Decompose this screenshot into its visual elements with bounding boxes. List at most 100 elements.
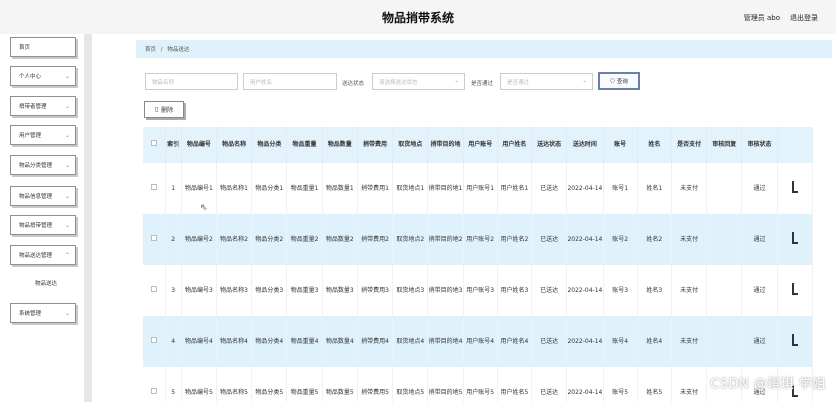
audit-select[interactable]: 是否通过 ⌄ xyxy=(500,73,593,90)
table-cell-dest: 捎带目的地1 xyxy=(427,163,464,214)
sidebar-item-carrier[interactable]: 捎带者管理 ⌄ xyxy=(10,96,76,116)
sidebar-item-label: 捎带者管理 xyxy=(19,104,47,110)
current-user[interactable]: 管理员 abo xyxy=(744,13,780,23)
sidebar-scrollbar[interactable] xyxy=(84,34,92,402)
sidebar-item-goods[interactable]: 物品信息管理 ⌄ xyxy=(10,186,76,206)
table-cell-name: 物品名称1 xyxy=(216,163,253,214)
table-cell-time: 2022-04-14 xyxy=(566,316,604,367)
sidebar-item-label: 物品分类管理 xyxy=(19,163,53,169)
table-cell-audit: 通过 xyxy=(741,163,778,214)
table-cell-code: 物品编号2 xyxy=(181,214,217,265)
table-cell-qty: 物品数量3 xyxy=(322,265,358,316)
table-row[interactable]: 4 物品编号4 物品名称4 物品分类4 物品重量4 物品数量4 捎带费用4 取货地点4 捎带目的… xyxy=(143,316,813,367)
sidebar-item-home[interactable]: 首页 xyxy=(10,37,76,57)
row-checkbox[interactable] xyxy=(150,183,157,190)
table-header: 物品数量 xyxy=(322,127,358,163)
logout-link[interactable]: 退出登录 xyxy=(790,13,818,23)
row-select-cell[interactable] xyxy=(143,163,166,214)
table-header: 用户姓名 xyxy=(497,127,533,163)
sidebar-item-label: 首页 xyxy=(19,45,31,51)
chevron-down-icon: ⌄ xyxy=(64,192,70,200)
table-cell-paid: 未支付 xyxy=(671,163,708,214)
sidebar-item-system[interactable]: 系统管理 ⌄ xyxy=(10,303,76,323)
row-checkbox[interactable] xyxy=(150,285,157,292)
table-cell-code: 物品编号3 xyxy=(181,265,217,316)
table-cell-category: 物品分类3 xyxy=(251,265,288,316)
table-header: 捎带费用 xyxy=(357,127,394,163)
table-cell-paid: 未支付 xyxy=(671,367,708,402)
table-cell-user-acc: 用户账号1 xyxy=(463,163,498,214)
chevron-down-icon: ⌄ xyxy=(64,102,70,110)
table-cell-qty: 物品数量4 xyxy=(322,316,358,367)
chevron-down-icon: ⌄ xyxy=(454,78,459,84)
row-checkbox[interactable] xyxy=(150,387,157,394)
sidebar-item-users[interactable]: 用户管理 ⌄ xyxy=(10,125,76,145)
table-cell-time: 2022-04-14 xyxy=(566,214,604,265)
table-cell-acc: 账号2 xyxy=(603,214,638,265)
row-select-cell[interactable] xyxy=(143,214,166,265)
row-checkbox[interactable] xyxy=(150,336,157,343)
table-row[interactable]: 3 物品编号3 物品名称3 物品分类3 物品重量3 物品数量3 捎带费用3 取货地点3 捎带目的… xyxy=(143,265,813,316)
status-label: 送达状态 xyxy=(342,81,365,87)
table-cell-reply xyxy=(706,316,743,367)
table-cell-acc: 账号1 xyxy=(603,163,638,214)
table-header: 用户账号 xyxy=(463,127,498,163)
table-cell-user-name: 用户姓名4 xyxy=(497,316,533,367)
delete-button[interactable]: ▯ 删除 xyxy=(144,101,184,118)
search-icon: ○ xyxy=(610,78,615,84)
item-name-input[interactable]: 物品名称 xyxy=(145,73,238,90)
row-action-icon[interactable] xyxy=(791,333,798,346)
table-cell-user-acc: 用户账号5 xyxy=(463,367,498,402)
watermark: CSDN @琪琪 学姐 xyxy=(710,377,826,392)
sidebar-item-category[interactable]: 物品分类管理 ⌄ xyxy=(10,155,76,175)
row-checkbox[interactable] xyxy=(150,234,157,241)
table-cell-qty: 物品数量1 xyxy=(322,163,358,214)
sidebar-item-carry[interactable]: 物品捎带管理 ⌄ xyxy=(10,215,76,235)
row-actions-cell[interactable] xyxy=(777,163,813,214)
chevron-down-icon: ⌄ xyxy=(64,161,70,169)
trash-icon: ▯ xyxy=(154,106,159,113)
row-actions-cell[interactable] xyxy=(777,214,813,265)
table-cell-time: 2022-04-14 xyxy=(566,265,604,316)
table-cell-status: 已送达 xyxy=(531,316,568,367)
row-select-cell[interactable] xyxy=(143,265,166,316)
table-cell-status: 已送达 xyxy=(531,265,568,316)
table-cell-code: 物品编号5 xyxy=(181,367,217,402)
status-select[interactable]: 请选择送达状态 ⌄ xyxy=(372,73,465,90)
table-cell-pickup: 取货地点5 xyxy=(392,367,429,402)
sidebar-item-label: 物品送达管理 xyxy=(19,253,53,259)
user-name-input[interactable]: 用户姓名 xyxy=(243,73,337,90)
row-action-icon[interactable] xyxy=(791,282,798,295)
row-actions-cell[interactable] xyxy=(777,316,813,367)
table-header: 审核回复 xyxy=(706,127,743,163)
row-action-icon[interactable] xyxy=(791,231,798,244)
table-cell-paid: 未支付 xyxy=(671,265,708,316)
select-all-checkbox[interactable] xyxy=(150,140,157,146)
table-header: 物品编号 xyxy=(181,127,217,163)
row-select-cell[interactable] xyxy=(143,367,166,402)
sidebar-item-profile[interactable]: 个人中心 ⌄ xyxy=(10,66,76,86)
sidebar-item-delivery[interactable]: 物品送达管理 ⌃ xyxy=(10,245,76,265)
row-actions-cell[interactable] xyxy=(777,265,813,316)
sidebar-item-label: 物品信息管理 xyxy=(19,194,53,200)
sidebar-subitem-delivery[interactable]: 物品送达 xyxy=(0,279,92,287)
top-links: 管理员 abo 退出登录 xyxy=(744,13,818,23)
table-cell-person: 姓名3 xyxy=(637,265,672,316)
table-cell-paid: 未支付 xyxy=(671,316,708,367)
table-cell-index: 4 xyxy=(165,316,182,367)
table-cell-category: 物品分类4 xyxy=(251,316,288,367)
table-cell-person: 姓名5 xyxy=(637,367,672,402)
table-cell-index: 1 xyxy=(165,163,182,214)
table-cell-reply xyxy=(706,214,743,265)
table-cell-dest: 捎带目的地4 xyxy=(427,316,464,367)
search-button[interactable]: ○ 查询 xyxy=(598,72,640,90)
breadcrumb-home[interactable]: 首页 xyxy=(145,47,156,53)
table-cell-fee: 捎带费用5 xyxy=(357,367,394,402)
chevron-down-icon: ⌄ xyxy=(64,221,70,229)
header-select-all[interactable] xyxy=(143,127,166,163)
row-select-cell[interactable] xyxy=(143,316,166,367)
row-action-icon[interactable] xyxy=(791,180,798,193)
chevron-up-icon: ⌃ xyxy=(64,251,70,259)
table-row[interactable]: 2 物品编号2 物品名称2 物品分类2 物品重量2 物品数量2 捎带费用2 取货地点2 捎带目的… xyxy=(143,214,813,265)
table-row[interactable]: 1 物品编号1 物品名称1 物品分类1 物品重量1 物品数量1 捎带费用1 取货地点1 捎带目的… xyxy=(143,163,813,214)
